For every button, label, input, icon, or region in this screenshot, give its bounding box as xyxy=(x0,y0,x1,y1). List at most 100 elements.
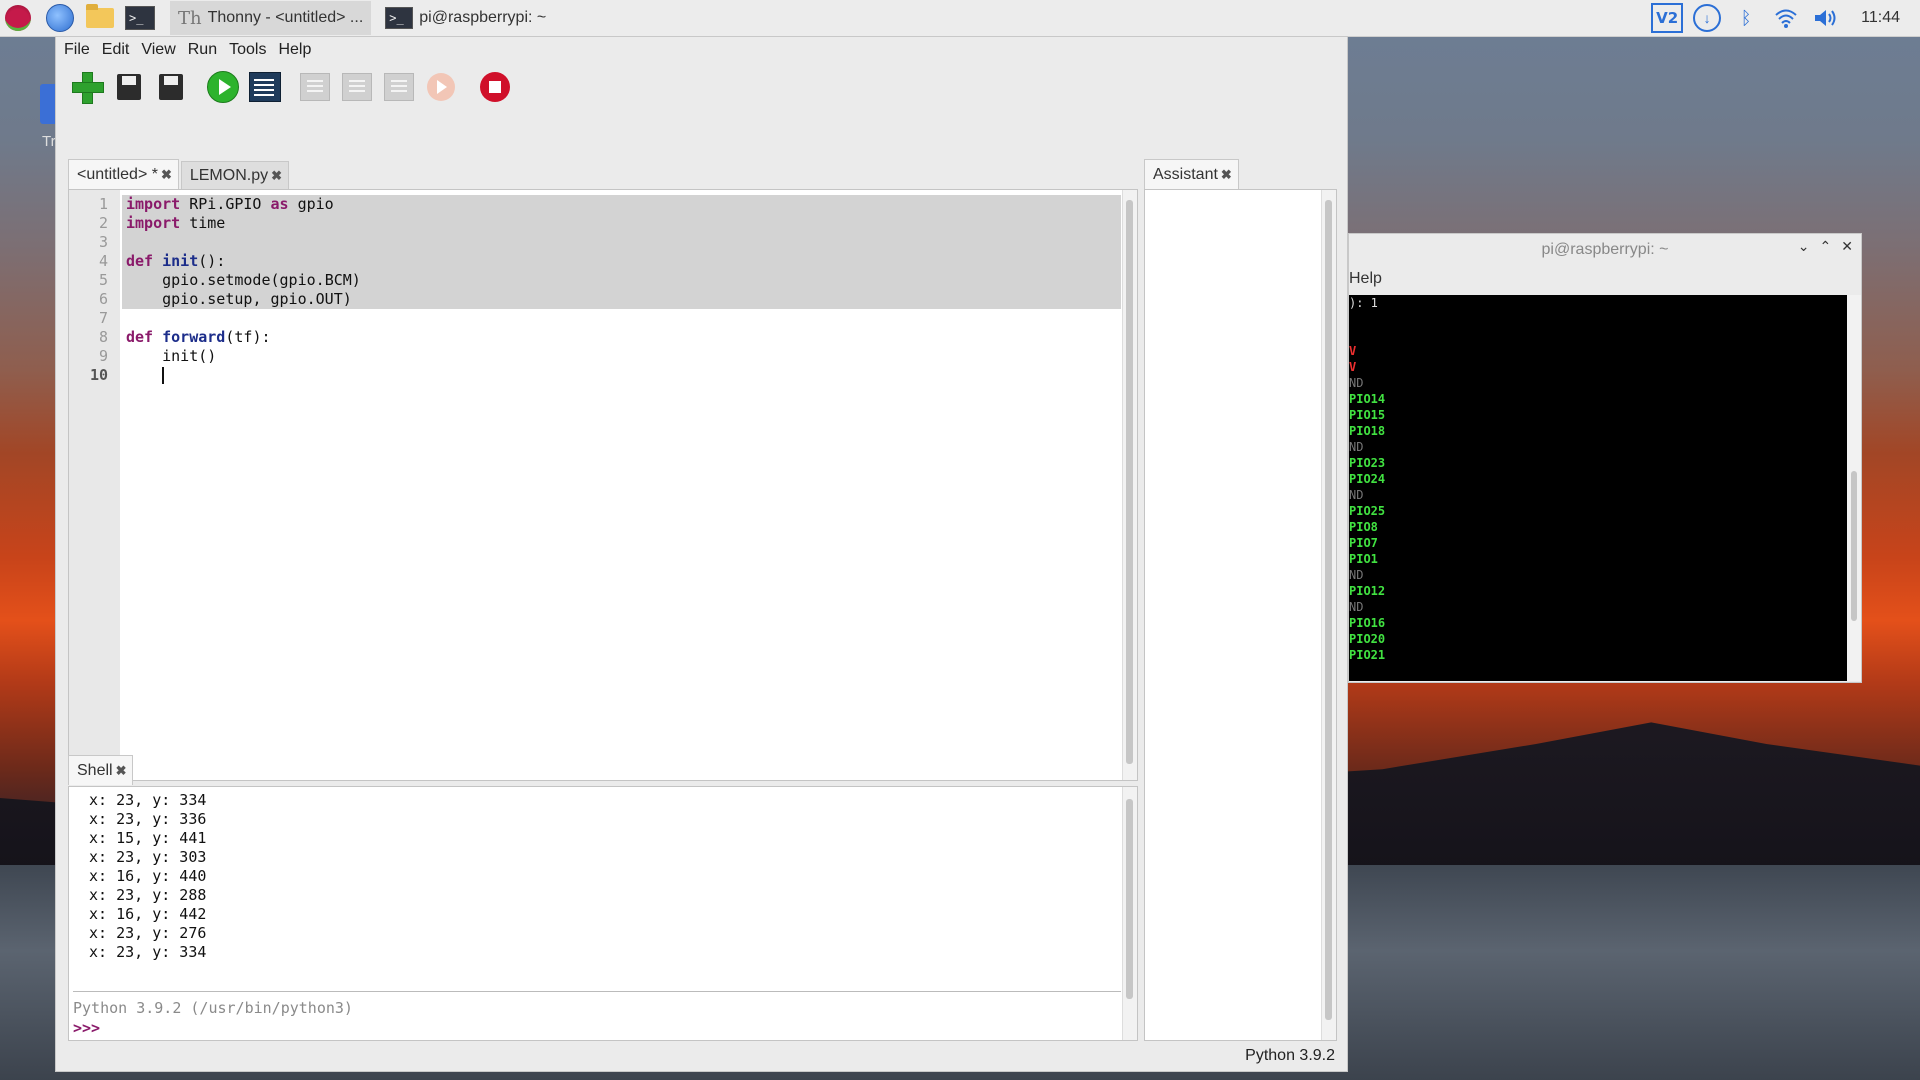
tab-shell[interactable]: Shell ✖ xyxy=(68,755,134,785)
terminal-line: PIO23 xyxy=(1349,456,1386,470)
scrollbar-thumb[interactable] xyxy=(1126,200,1133,764)
close-icon[interactable]: ✖ xyxy=(116,763,127,779)
thonny-icon: Th xyxy=(178,7,202,29)
vnc-icon[interactable]: V2 xyxy=(1651,3,1684,33)
step-out-icon xyxy=(384,73,414,101)
terminal-line: PIO1 xyxy=(1349,552,1378,566)
scrollbar-thumb[interactable] xyxy=(1325,200,1332,1020)
code-editor[interactable]: 1 2 3 4 5 6 7 8 9 10 import RPi.GPIO as … xyxy=(68,189,1138,781)
toolbar xyxy=(56,63,1347,111)
taskbar-task-thonny[interactable]: Th Thonny - <untitled> ... xyxy=(170,1,372,35)
stop-button[interactable] xyxy=(478,70,512,104)
terminal-output[interactable]: ): 1 V V ND PIO14 PIO15 PIO18 ND PIO23 PIO24 ND PIO… xyxy=(1349,295,1847,681)
terminal-line: PIO14 xyxy=(1349,392,1386,406)
terminal-line: V xyxy=(1349,360,1357,374)
code-line[interactable]: init() xyxy=(122,347,1121,366)
close-icon[interactable]: ✖ xyxy=(1221,167,1232,183)
tab-assistant[interactable]: Assistant ✖ xyxy=(1144,159,1239,189)
code-line[interactable] xyxy=(122,366,1121,385)
run-button[interactable] xyxy=(206,70,240,104)
shell-panel[interactable]: x: 23, y: 334 x: 23, y: 336 x: 15, y: 441 x… xyxy=(68,786,1138,1041)
scrollbar-thumb[interactable] xyxy=(1126,799,1133,999)
shell-prompt[interactable]: >>> xyxy=(73,1019,100,1037)
scrollbar-thumb[interactable] xyxy=(1851,471,1857,621)
code-line[interactable]: gpio.setup, gpio.OUT) xyxy=(122,290,1121,309)
volume-icon[interactable] xyxy=(1811,3,1841,33)
shell-output-line: x: 16, y: 442 xyxy=(89,905,207,923)
new-file-button[interactable] xyxy=(70,70,104,104)
menu-help[interactable]: Help xyxy=(278,41,311,59)
load-button[interactable] xyxy=(112,70,146,104)
wifi-icon[interactable] xyxy=(1771,3,1801,33)
terminal-scrollbar[interactable] xyxy=(1847,295,1861,681)
editor-scrollbar[interactable] xyxy=(1122,190,1137,780)
step-out-button[interactable] xyxy=(382,70,416,104)
tab-untitled[interactable]: <untitled> * ✖ xyxy=(68,159,179,189)
line-number: 4 xyxy=(98,252,108,270)
code-line[interactable]: gpio.setmode(gpio.BCM) xyxy=(122,271,1121,290)
code-line[interactable] xyxy=(122,309,1121,328)
terminal-icon: >_ xyxy=(385,7,414,29)
shell-divider xyxy=(73,991,1121,992)
menu-file[interactable]: File xyxy=(64,41,90,59)
menu-help[interactable]: Help xyxy=(1349,270,1382,288)
minimize-icon[interactable]: ⌄ xyxy=(1798,238,1810,255)
shell-output-line: x: 23, y: 276 xyxy=(89,924,207,942)
shell-output-line: x: 16, y: 440 xyxy=(89,867,207,885)
tab-lemon[interactable]: LEMON.py ✖ xyxy=(180,161,290,189)
terminal-titlebar[interactable]: pi@raspberrypi: ~ ⌄ ⌃ ✕ xyxy=(1349,234,1861,266)
assistant-panel xyxy=(1144,189,1337,1041)
taskbar-task-terminal[interactable]: >_ pi@raspberrypi: ~ xyxy=(377,1,554,35)
code-line[interactable] xyxy=(122,233,1121,252)
menu-tools[interactable]: Tools xyxy=(229,41,266,59)
terminal-line: PIO12 xyxy=(1349,584,1386,598)
code-line[interactable]: import time xyxy=(122,214,1121,233)
code-line[interactable]: def init(): xyxy=(122,252,1121,271)
menu-run[interactable]: Run xyxy=(188,41,217,59)
code-area[interactable]: import RPi.GPIO as gpio import time def in… xyxy=(122,195,1121,385)
browser-launcher[interactable] xyxy=(42,0,78,36)
step-over-icon xyxy=(300,73,330,101)
menu-edit[interactable]: Edit xyxy=(102,41,130,59)
menu-view[interactable]: View xyxy=(141,41,175,59)
shell-output-line: x: 23, y: 334 xyxy=(89,791,207,809)
terminal-line: PIO8 xyxy=(1349,520,1378,534)
tab-label: Assistant xyxy=(1153,165,1218,183)
shell-banner: Python 3.9.2 (/usr/bin/python3) xyxy=(73,999,353,1017)
debug-button[interactable] xyxy=(248,70,282,104)
code-line[interactable]: import RPi.GPIO as gpio xyxy=(122,195,1121,214)
resume-button[interactable] xyxy=(424,70,458,104)
close-icon[interactable]: ✖ xyxy=(161,167,172,183)
download-icon[interactable]: ↓ xyxy=(1693,4,1722,32)
terminal-launcher[interactable]: >_ xyxy=(122,0,158,36)
line-number: 8 xyxy=(98,328,108,346)
terminal-line: V xyxy=(1349,344,1357,358)
code-line[interactable]: def forward(tf): xyxy=(122,328,1121,347)
terminal-line: PIO15 xyxy=(1349,408,1386,422)
terminal-line: PIO25 xyxy=(1349,504,1386,518)
shell-scrollbar[interactable] xyxy=(1122,787,1137,1040)
close-icon[interactable]: ✖ xyxy=(271,168,282,184)
close-icon[interactable]: ✕ xyxy=(1841,238,1853,255)
status-bar: Python 3.9.2 xyxy=(1245,1047,1335,1064)
maximize-icon[interactable]: ⌃ xyxy=(1820,238,1832,255)
shell-output-line: x: 23, y: 334 xyxy=(89,943,207,961)
raspberry-menu-button[interactable] xyxy=(0,0,36,36)
task-label: Thonny - <untitled> ... xyxy=(207,9,364,26)
bluetooth-icon[interactable]: ᛒ xyxy=(1731,3,1761,33)
shell-output-line: x: 23, y: 303 xyxy=(89,848,207,866)
step-over-button[interactable] xyxy=(298,70,332,104)
assistant-scrollbar[interactable] xyxy=(1321,190,1336,1040)
tab-label: LEMON.py xyxy=(189,166,269,184)
terminal-line: PIO18 xyxy=(1349,424,1386,438)
terminal-line: ND xyxy=(1349,376,1364,390)
line-number: 9 xyxy=(98,347,108,365)
terminal-window: pi@raspberrypi: ~ ⌄ ⌃ ✕ Help ): 1 V V ND PIO… xyxy=(1348,233,1862,683)
step-into-button[interactable] xyxy=(340,70,374,104)
thonny-window: File Edit View Run Tools Help <untitled>… xyxy=(55,36,1348,1072)
line-number: 2 xyxy=(98,214,108,232)
file-manager-launcher[interactable] xyxy=(82,0,118,36)
clock[interactable]: 11:44 xyxy=(1861,9,1900,27)
stop-icon xyxy=(480,72,510,102)
save-button[interactable] xyxy=(154,70,188,104)
